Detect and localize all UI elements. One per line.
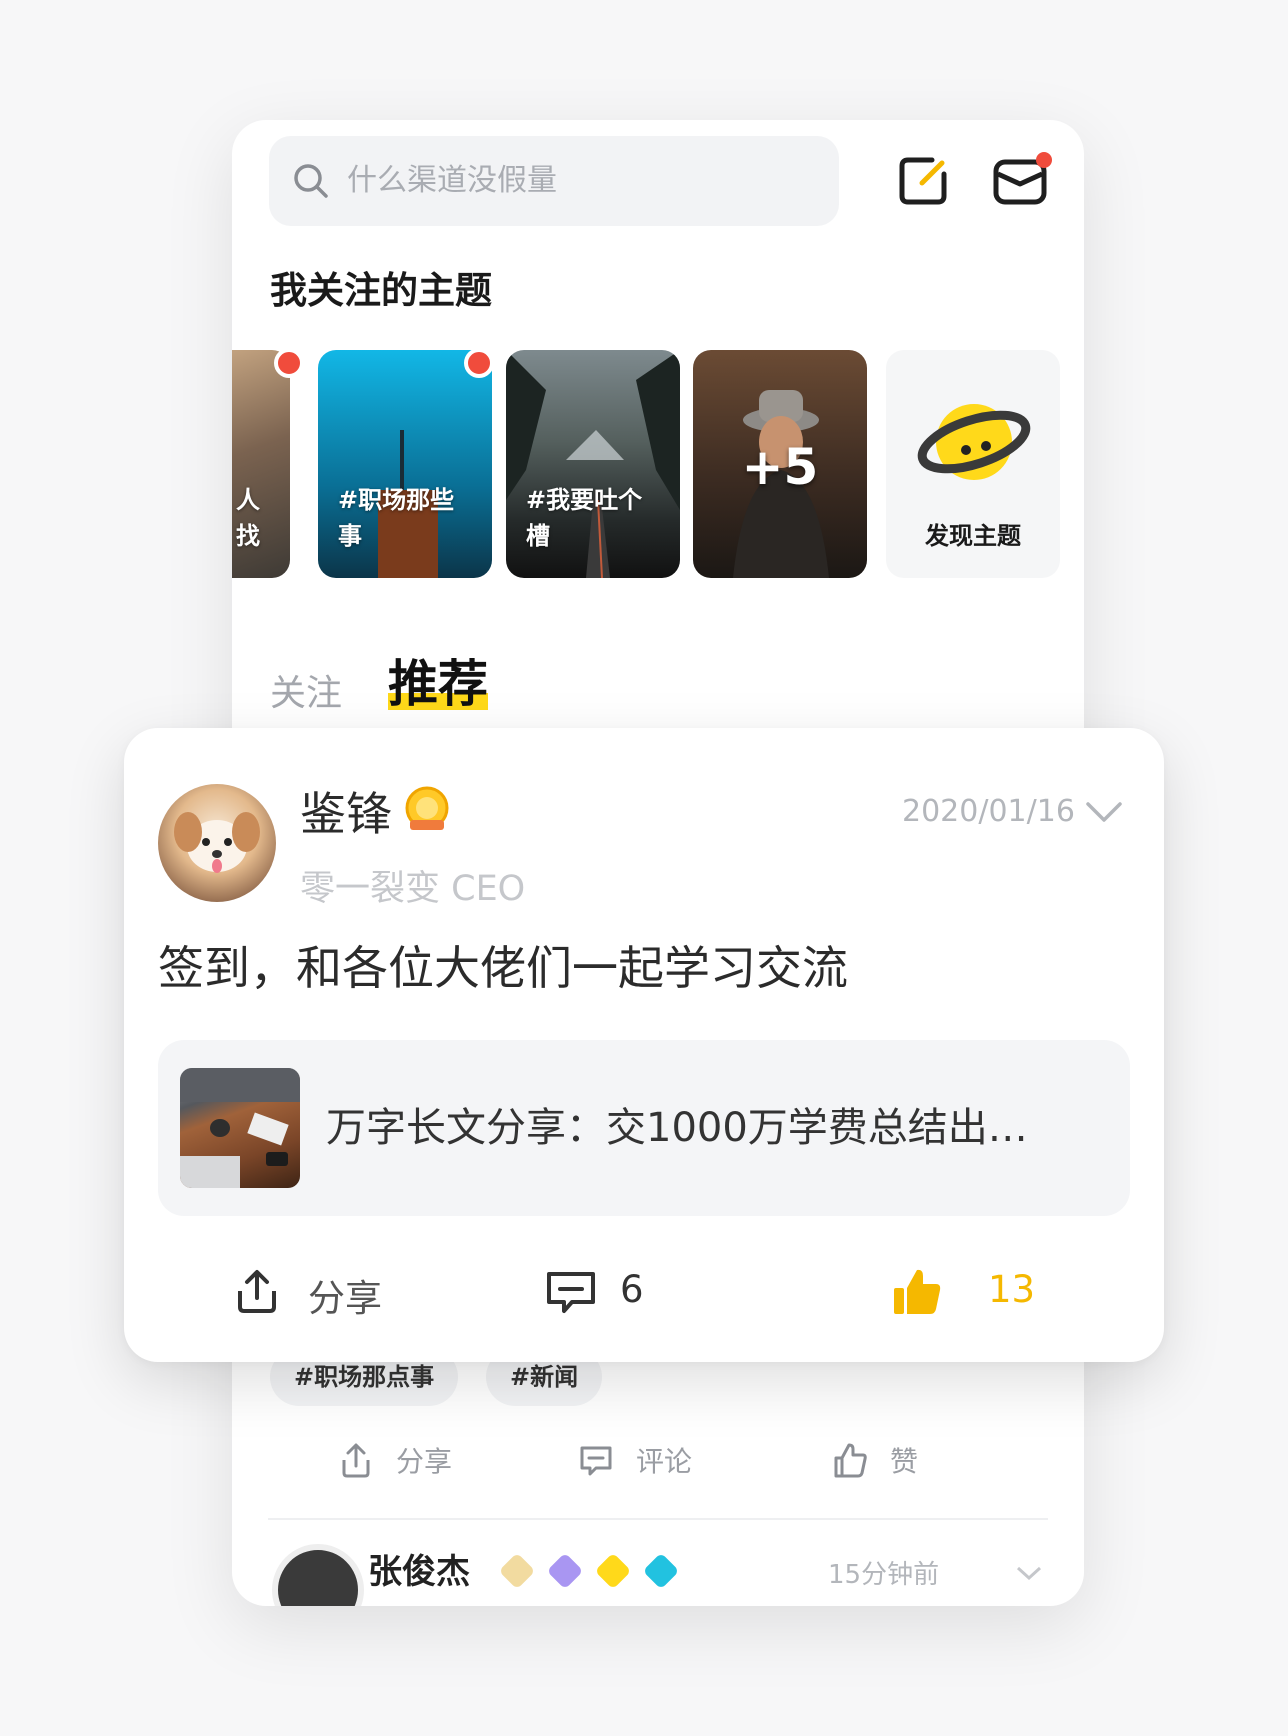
topic-tile[interactable]: #职场那些事: [318, 350, 492, 578]
comment-button[interactable]: 6: [544, 1252, 664, 1332]
author-role: 零一裂变 CEO: [300, 869, 526, 909]
desk-image: [180, 1068, 300, 1188]
comment-icon: [547, 1272, 595, 1313]
thumbs-up-icon: [834, 1443, 867, 1478]
search-icon: [294, 164, 328, 198]
topic-new-dot: [274, 348, 304, 378]
next-post-time: 15分钟前: [828, 1560, 940, 1590]
post-card[interactable]: 鉴锋 2020/01/16 零一裂变 CEO 签到，和各位大佬们一起学习交流 万…: [124, 728, 1164, 1362]
discover-topics-tile[interactable]: 发现主题: [886, 350, 1060, 578]
tab-recommend[interactable]: 推荐: [388, 644, 488, 716]
comment-icon: [580, 1446, 612, 1476]
article-title: 万字长文分享：交1000万学费总结出…: [326, 1105, 1028, 1151]
share-button[interactable]: 分享: [336, 1436, 476, 1480]
badge-icon: [546, 1552, 584, 1590]
topic-tile[interactable]: #我要吐个槽: [506, 350, 680, 578]
comment-button[interactable]: 评论: [576, 1436, 736, 1480]
like-button[interactable]: 赞: [830, 1436, 950, 1480]
badge-icon: [594, 1552, 632, 1590]
medal-icon: [405, 786, 449, 830]
topic-label: #职场那些事: [338, 486, 455, 550]
topic-label: #我要吐个槽: [526, 486, 643, 550]
next-post-author: 张俊杰: [368, 1552, 470, 1592]
inbox-badge: [1036, 152, 1052, 168]
search-placeholder: 什么渠道没假量: [347, 163, 557, 198]
badge-icon: [642, 1552, 680, 1590]
post-divider: [268, 1518, 1048, 1520]
comment-label: 评论: [636, 1445, 693, 1478]
topic-new-dot: [464, 348, 494, 378]
like-count: 13: [988, 1268, 1036, 1311]
share-button[interactable]: 分享: [232, 1252, 392, 1332]
avatar[interactable]: [272, 1544, 364, 1606]
followed-topics-title: 我关注的主题: [270, 269, 492, 312]
like-label: 赞: [890, 1445, 919, 1478]
article-thumbnail: [180, 1068, 300, 1188]
share-icon: [342, 1443, 370, 1478]
topic-tile-more[interactable]: +5: [693, 350, 867, 578]
topic-label: 人找: [236, 486, 260, 550]
post-date: 2020/01/16: [902, 794, 1075, 829]
puppy-image: [174, 812, 260, 873]
topic-tile[interactable]: 人找: [232, 350, 290, 578]
badge-icon: [498, 1552, 536, 1590]
thumbs-up-filled-icon: [894, 1269, 941, 1314]
back-post-actions: 分享 评论 赞: [232, 1428, 1084, 1488]
discover-topics-label: 发现主题: [925, 522, 1021, 550]
more-topics-count: +5: [741, 438, 819, 496]
linked-article[interactable]: 万字长文分享：交1000万学费总结出…: [158, 1040, 1130, 1216]
followed-topics-row: 人找 #职场那些事 #我要吐个槽 +5 发现主题: [232, 348, 1084, 582]
chevron-down-icon[interactable]: [1014, 1564, 1044, 1584]
share-label: 分享: [308, 1277, 382, 1320]
avatar[interactable]: [158, 784, 276, 902]
share-label: 分享: [396, 1445, 453, 1478]
like-button[interactable]: 13: [892, 1252, 1052, 1332]
comment-count: 6: [620, 1268, 644, 1311]
tab-follow[interactable]: 关注: [270, 664, 342, 716]
compose-icon[interactable]: [892, 150, 954, 212]
post-actions: 分享 6 13: [124, 1252, 1164, 1332]
search-bar[interactable]: 什么渠道没假量: [269, 136, 839, 226]
post-content: 签到，和各位大佬们一起学习交流: [158, 941, 848, 995]
share-icon: [238, 1270, 276, 1313]
chevron-down-icon[interactable]: [1084, 798, 1124, 828]
next-post-peek: 张俊杰 15分钟前: [232, 1534, 1084, 1606]
post-author[interactable]: 鉴锋: [300, 778, 392, 844]
